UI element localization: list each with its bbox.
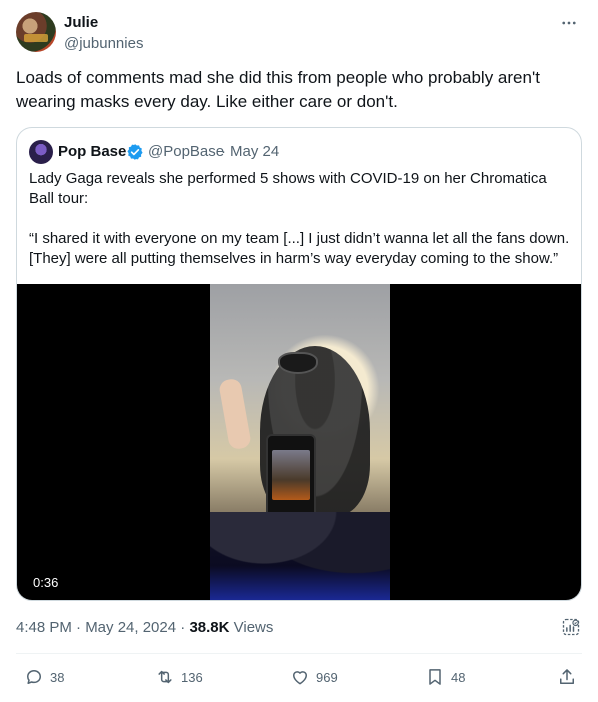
timestamp[interactable]: 4:48 PM · May 24, 2024 [16,619,176,636]
verified-icon [127,144,143,160]
share-icon [560,669,574,684]
quoted-text-paragraph-2: “I shared it with everyone on my team [.… [29,230,570,267]
quoted-tweet[interactable]: Pop Base @PopBase · May 24 Lady Gaga rev… [16,127,582,601]
phone-screen [272,450,310,500]
avatar[interactable] [16,12,56,52]
author-handle[interactable]: @jubunnies [64,35,143,52]
retweet-count: 136 [181,669,203,685]
reply-icon [27,670,41,684]
more-icon [562,21,576,25]
views-label: Views [233,619,274,636]
video-duration: 0:36 [27,573,65,592]
quoted-author-name[interactable]: Pop Base [58,143,126,160]
tweet: Julie @jubunnies Loads of comments mad s… [0,0,598,702]
bookmark-count: 48 [451,669,466,685]
like-icon [293,671,307,685]
like-button[interactable]: 969 [290,667,338,687]
audience-phone [266,434,316,524]
reply-count: 38 [50,669,65,685]
quoted-text-paragraph-1: Lady Gaga reveals she performed 5 shows … [29,170,547,207]
retweet-button[interactable]: 136 [155,667,203,687]
video-player[interactable]: 0:36 [17,284,581,600]
divider [16,653,582,654]
author-name[interactable]: Julie [64,14,98,31]
more-button[interactable] [558,12,580,34]
audience-crowd [210,512,390,600]
analytics-icon[interactable] [561,617,581,637]
quoted-date[interactable]: May 24 [230,143,279,160]
share-button[interactable] [557,667,583,687]
tweet-meta: 4:48 PM · May 24, 2024 · 38.8K Views [16,619,273,636]
separator-dot: · [221,143,226,160]
video-frame [210,284,390,600]
performer-arm [218,377,252,451]
quoted-avatar[interactable] [29,140,53,164]
retweet-icon [158,670,172,684]
reply-button[interactable]: 38 [24,667,64,687]
bookmark-icon [429,669,441,685]
performer-mask [278,352,318,374]
views-count: 38.8K [189,619,230,636]
quoted-author-handle[interactable]: @PopBase [148,143,224,160]
bookmark-button[interactable]: 48 [425,667,465,687]
tweet-text: Loads of comments mad she did this from … [16,68,540,111]
quoted-text: Lady Gaga reveals she performed 5 shows … [29,169,574,269]
like-count: 969 [316,669,338,685]
